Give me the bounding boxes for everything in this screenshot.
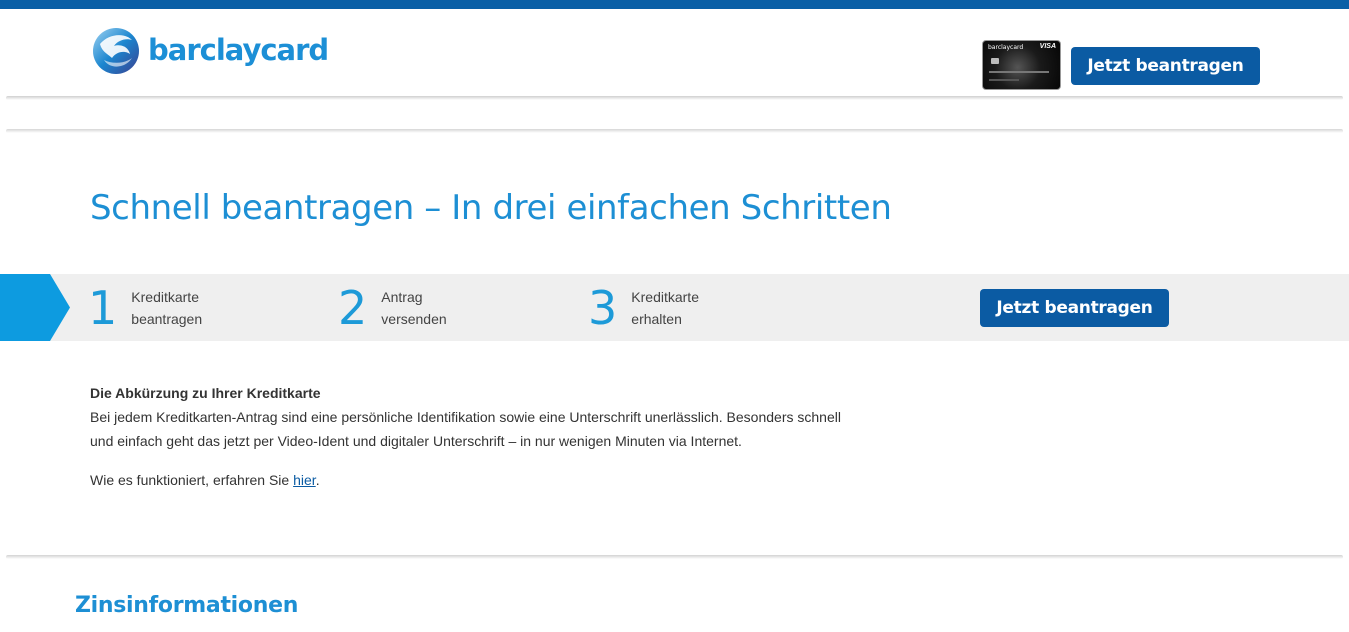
intro-link-suffix: .	[315, 472, 320, 488]
step-label-line2: versenden	[381, 310, 447, 327]
page-title: Schnell beantragen – In drei einfachen S…	[90, 188, 892, 228]
card-number-stripe	[989, 71, 1049, 73]
intro-link-line: Wie es funktioniert, erfahren Sie hier.	[90, 468, 850, 492]
barclaycard-logo[interactable]: barclaycard	[90, 24, 329, 76]
logo-wordmark: barclaycard	[148, 33, 329, 67]
hier-link[interactable]: hier	[293, 472, 316, 488]
step-label: Antrag versenden	[381, 286, 491, 330]
visa-logo-label: VISA	[1039, 43, 1056, 50]
step-label-line2: beantragen	[131, 310, 203, 327]
step-number: 1	[88, 280, 118, 335]
intro-body: Bei jedem Kreditkarten-Antrag sind eine …	[90, 409, 841, 449]
step-2: 2 Antrag versenden	[338, 274, 491, 341]
intro-section: Die Abkürzung zu Ihrer Kreditkarte Bei j…	[90, 381, 850, 492]
barclaycard-eagle-logo-icon	[93, 28, 139, 74]
header-apply-button[interactable]: Jetzt beantragen	[1071, 47, 1260, 85]
top-brand-stripe	[0, 0, 1349, 9]
card-chip-icon	[991, 58, 999, 64]
step-label-line1: Kreditkarte	[631, 288, 699, 305]
step-label-line2: erhalten	[631, 310, 682, 327]
step-label: Kreditkarte beantragen	[131, 286, 241, 330]
steps-arrow-icon	[0, 274, 70, 341]
card-issuer-label: barclaycard	[988, 44, 1024, 51]
step-label: Kreditkarte erhalten	[631, 286, 741, 330]
step-label-line1: Kreditkarte	[131, 288, 199, 305]
intro-link-prefix: Wie es funktioniert, erfahren Sie	[90, 472, 294, 488]
header-divider	[6, 96, 1343, 100]
section-divider	[6, 555, 1343, 559]
step-number: 3	[588, 280, 618, 335]
interest-info-heading: Zinsinformationen	[75, 593, 299, 618]
step-number: 2	[338, 280, 368, 335]
intro-heading: Die Abkürzung zu Ihrer Kreditkarte	[90, 385, 321, 401]
section-divider	[6, 129, 1343, 133]
step-1: 1 Kreditkarte beantragen	[88, 274, 241, 341]
card-name-stripe	[989, 79, 1019, 81]
steps-apply-button[interactable]: Jetzt beantragen	[980, 289, 1169, 327]
credit-card-image: barclaycard VISA	[982, 40, 1061, 90]
step-3: 3 Kreditkarte erhalten	[588, 274, 741, 341]
step-label-line1: Antrag	[381, 288, 423, 305]
